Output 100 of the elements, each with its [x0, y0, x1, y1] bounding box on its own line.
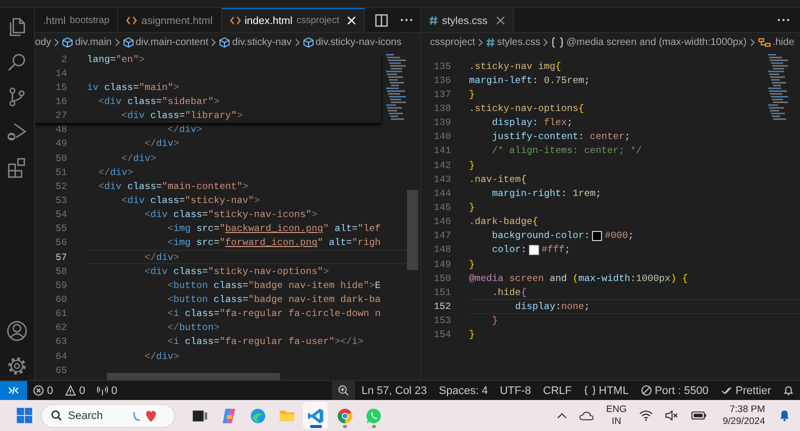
code-text: </div> [144, 252, 180, 263]
split-editor-icon[interactable] [375, 14, 388, 26]
color-swatch[interactable] [528, 244, 539, 255]
breadcrumb-item[interactable]: div.sticky-nav-icons [302, 37, 402, 48]
scrollbar-thumb[interactable] [107, 373, 280, 380]
extensions-icon[interactable] [6, 156, 28, 178]
breadcrumb-item[interactable]: styles.css [486, 37, 540, 48]
code-text: .sticky-nav img{ [469, 60, 562, 72]
bell-icon [783, 385, 794, 396]
code-text: <div class="library"> [122, 110, 242, 122]
line-number: 146 [432, 216, 451, 228]
line-number: 52 [54, 180, 67, 192]
warning-icon [65, 385, 76, 396]
breadcrumb-item[interactable]: .hide [758, 37, 794, 48]
server-port-button[interactable]: Port : 5500 [634, 381, 715, 400]
line-number: 2 [60, 54, 67, 65]
code-text: } [492, 315, 498, 326]
four-panes-icon [16, 407, 33, 424]
breadcrumb-item[interactable]: @media screen and (max-width:1000px) [551, 37, 747, 48]
line-number: 49 [54, 138, 67, 150]
code-text: <i class="fa-regular fa-user"></i> [168, 336, 364, 348]
color-swatch[interactable] [592, 230, 602, 241]
line-number: 16 [54, 96, 67, 107]
code-text: } [469, 202, 475, 213]
line-number: 144 [432, 188, 451, 199]
taskbar-app[interactable] [303, 402, 328, 429]
line-number: 53 [54, 194, 67, 206]
zoom-in-icon [338, 385, 350, 396]
ports-indicator[interactable]: 0 [91, 381, 124, 400]
editor-tab[interactable]: index.html cssproject [222, 8, 366, 32]
line-number: 56 [54, 237, 67, 248]
battery-icon[interactable] [690, 411, 707, 420]
code-text: color: [492, 244, 527, 256]
code-text: } [469, 160, 475, 171]
code-text: .hide{ [492, 286, 527, 298]
code-text: } [469, 88, 475, 100]
line-number: 57 [54, 252, 67, 263]
zoom-button[interactable] [332, 381, 356, 400]
breadcrumb-item[interactable]: cssproject [430, 37, 476, 48]
search-icon [51, 410, 62, 421]
account-icon[interactable] [6, 320, 28, 342]
breadcrumb-item[interactable]: div.main [62, 37, 112, 48]
editor-tab[interactable]: .html bootstrap [35, 8, 118, 32]
cloud-icon[interactable] [579, 410, 594, 420]
play-bug-icon[interactable] [6, 121, 28, 143]
cube-icon [62, 37, 74, 48]
cursor-position[interactable]: Ln 57, Col 23 [355, 381, 433, 400]
clock-button[interactable]: 7:38 PM 9/29/2024 [718, 404, 769, 428]
scrollbar-thumb[interactable] [407, 190, 418, 270]
code-text: justify-content: center; [492, 131, 630, 142]
more-icon[interactable] [400, 18, 414, 22]
line-number: 148 [432, 244, 451, 256]
chevron-icon [294, 38, 300, 47]
line-number: 154 [432, 329, 451, 340]
circle-slash-icon [640, 385, 652, 396]
speaker-muted-icon[interactable] [664, 410, 679, 421]
cube-icon [122, 37, 134, 48]
code-text: iv class="main"> [87, 82, 180, 93]
breadcrumb-item[interactable]: div.main-content [122, 37, 208, 48]
chevron-icon [478, 38, 484, 47]
code-text: .nav-item{ [469, 174, 527, 185]
input-language-button[interactable]: ENG IN [602, 404, 631, 428]
line-number: 65 [54, 364, 67, 376]
breadcrumb-item[interactable]: div.sticky-nav [219, 37, 292, 48]
line-number: 136 [432, 74, 451, 86]
antenna-icon [97, 385, 108, 396]
line-number: 60 [54, 294, 67, 305]
breadcrumb-item[interactable]: ody [35, 37, 52, 48]
chevron-icon [750, 38, 755, 47]
indentation-setting[interactable]: Spaces: 4 [432, 381, 494, 400]
errors-indicator[interactable]: 0 [27, 381, 60, 400]
line-number: 51 [54, 166, 67, 178]
line-number: 50 [54, 152, 67, 164]
language-mode[interactable]: HTML [578, 381, 635, 400]
editor-tab[interactable]: styles.css [421, 8, 514, 32]
wifi-icon[interactable] [638, 410, 653, 421]
line-number: 59 [54, 280, 67, 291]
cube-icon [219, 37, 230, 48]
line-ending-setting[interactable]: CRLF [537, 381, 578, 400]
chat-bubble-icon [364, 406, 382, 424]
search-icon[interactable] [6, 51, 28, 73]
line-number: 54 [54, 209, 67, 220]
search-box[interactable]: Search [41, 404, 175, 428]
search-field[interactable]: Search [68, 410, 126, 422]
code-text: #000; [604, 230, 634, 242]
chevron-up-icon[interactable] [557, 412, 568, 419]
node-tree-icon [758, 37, 771, 48]
warnings-indicator[interactable]: 0 [59, 381, 92, 400]
line-number: 149 [432, 258, 451, 270]
bell-icon[interactable] [779, 409, 790, 422]
code-text: <i class="fa-regular fa-circle-down n [168, 308, 381, 320]
line-number: 137 [432, 88, 451, 100]
settings-icon[interactable] [6, 355, 28, 377]
remote-button[interactable] [0, 381, 27, 400]
encoding-setting[interactable]: UTF-8 [494, 381, 538, 400]
double-check-icon [720, 386, 733, 396]
more-icon[interactable] [777, 18, 790, 22]
hash-icon [486, 38, 496, 47]
line-number: 58 [54, 266, 67, 277]
formatter-button[interactable]: Prettier [714, 381, 777, 400]
